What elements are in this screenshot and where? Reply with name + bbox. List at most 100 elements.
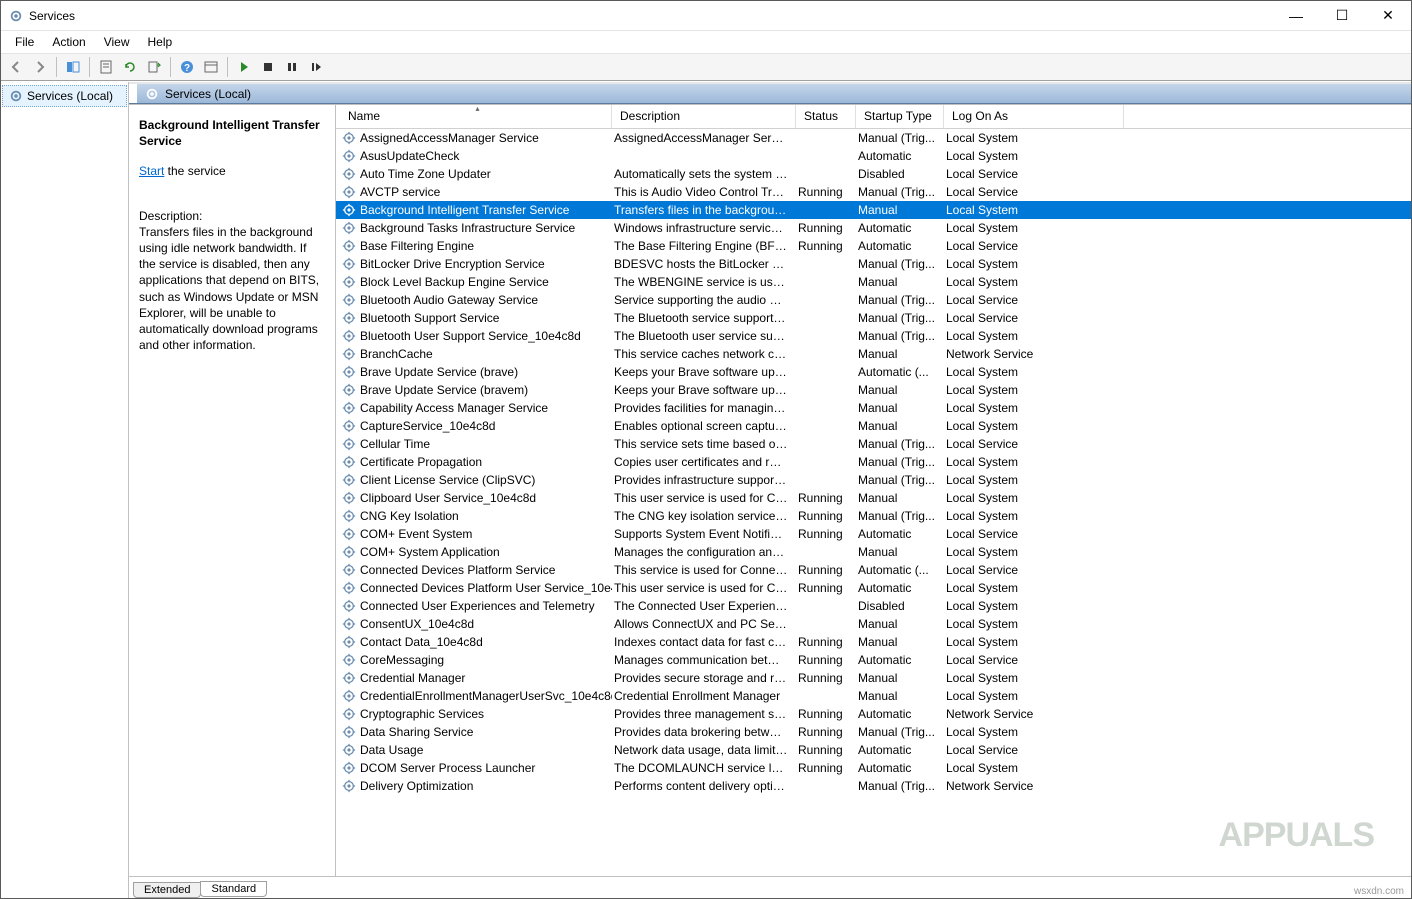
service-description: Windows infrastructure service t... xyxy=(612,221,796,235)
gear-icon xyxy=(342,311,356,325)
service-row[interactable]: Connected User Experiences and Telemetry… xyxy=(336,597,1411,615)
service-startup-type: Automatic xyxy=(856,221,944,235)
service-status: Running xyxy=(796,743,856,757)
refresh-button[interactable] xyxy=(119,56,141,78)
app-icon xyxy=(9,9,23,23)
service-description: BDESVC hosts the BitLocker Driv... xyxy=(612,257,796,271)
service-log-on-as: Local Service xyxy=(944,185,1124,199)
properties-button[interactable] xyxy=(95,56,117,78)
service-row[interactable]: CredentialEnrollmentManagerUserSvc_10e4c… xyxy=(336,687,1411,705)
service-row[interactable]: BranchCacheThis service caches network c… xyxy=(336,345,1411,363)
show-hide-tree-button[interactable] xyxy=(62,56,84,78)
service-row[interactable]: Cellular TimeThis service sets time base… xyxy=(336,435,1411,453)
menu-file[interactable]: File xyxy=(7,33,42,51)
service-row[interactable]: Credential ManagerProvides secure storag… xyxy=(336,669,1411,687)
service-row[interactable]: Data Sharing ServiceProvides data broker… xyxy=(336,723,1411,741)
service-row[interactable]: Data UsageNetwork data usage, data limit… xyxy=(336,741,1411,759)
tab-standard[interactable]: Standard xyxy=(200,881,267,897)
service-row[interactable]: Delivery OptimizationPerforms content de… xyxy=(336,777,1411,795)
gear-icon xyxy=(342,653,356,667)
service-status: Running xyxy=(796,239,856,253)
column-status[interactable]: Status xyxy=(796,105,856,128)
maximize-button[interactable]: ☐ xyxy=(1319,1,1365,30)
service-row[interactable]: Cryptographic ServicesProvides three man… xyxy=(336,705,1411,723)
service-row[interactable]: COM+ System Application Manages the confi… xyxy=(336,543,1411,561)
column-name[interactable]: Name▴ xyxy=(340,105,612,128)
service-row[interactable]: Block Level Backup Engine ServiceThe WBE… xyxy=(336,273,1411,291)
service-row[interactable]: DCOM Server Process LauncherThe DCOMLAUN… xyxy=(336,759,1411,777)
service-row[interactable]: Bluetooth Support ServiceThe Bluetooth s… xyxy=(336,309,1411,327)
service-row[interactable]: AsusUpdateCheckAutomaticLocal System xyxy=(336,147,1411,165)
menubar: File Action View Help xyxy=(1,31,1411,53)
service-list[interactable]: AssignedAccessManager ServiceAssignedAcc… xyxy=(336,129,1411,876)
service-description: Provides data brokering betwee... xyxy=(612,725,796,739)
service-row[interactable]: Client License Service (ClipSVC)Provides… xyxy=(336,471,1411,489)
start-service-button[interactable] xyxy=(233,56,255,78)
minimize-button[interactable]: — xyxy=(1273,1,1319,30)
menu-view[interactable]: View xyxy=(96,33,138,51)
service-description: This user service is used for Clip... xyxy=(612,491,796,505)
service-row[interactable]: Background Intelligent Transfer ServiceT… xyxy=(336,201,1411,219)
service-row[interactable]: Capability Access Manager ServiceProvide… xyxy=(336,399,1411,417)
start-service-line: Start the service xyxy=(139,163,325,179)
tree-item-services-local[interactable]: Services (Local) xyxy=(2,85,127,107)
export-button[interactable] xyxy=(143,56,165,78)
gear-icon xyxy=(342,527,356,541)
service-startup-type: Manual (Trig... xyxy=(856,437,944,451)
column-log-on-as[interactable]: Log On As xyxy=(944,105,1124,128)
service-row[interactable]: Clipboard User Service_10e4c8dThis user … xyxy=(336,489,1411,507)
service-row[interactable]: AVCTP serviceThis is Audio Video Control… xyxy=(336,183,1411,201)
restart-service-button[interactable] xyxy=(305,56,327,78)
service-row[interactable]: Bluetooth Audio Gateway ServiceService s… xyxy=(336,291,1411,309)
service-row[interactable]: CNG Key IsolationThe CNG key isolation s… xyxy=(336,507,1411,525)
service-status: Running xyxy=(796,581,856,595)
service-row[interactable]: Connected Devices Platform User Service_… xyxy=(336,579,1411,597)
service-row[interactable]: Base Filtering EngineThe Base Filtering … xyxy=(336,237,1411,255)
service-description: Manages the configuration and ... xyxy=(612,545,796,559)
menu-action[interactable]: Action xyxy=(44,33,93,51)
service-row[interactable]: CaptureService_10e4c8dEnables optional s… xyxy=(336,417,1411,435)
service-row[interactable]: Bluetooth User Support Service_10e4c8dTh… xyxy=(336,327,1411,345)
service-log-on-as: Local System xyxy=(944,383,1124,397)
service-log-on-as: Local System xyxy=(944,617,1124,631)
gear-icon xyxy=(342,383,356,397)
menu-help[interactable]: Help xyxy=(140,33,181,51)
service-row[interactable]: Connected Devices Platform ServiceThis s… xyxy=(336,561,1411,579)
service-status: Running xyxy=(796,185,856,199)
column-description[interactable]: Description xyxy=(612,105,796,128)
service-description: The Bluetooth user service supp... xyxy=(612,329,796,343)
service-log-on-as: Local Service xyxy=(944,311,1124,325)
back-button[interactable] xyxy=(5,56,27,78)
taskpad-button[interactable] xyxy=(200,56,222,78)
service-startup-type: Manual xyxy=(856,383,944,397)
close-button[interactable]: ✕ xyxy=(1365,1,1411,30)
gear-icon xyxy=(342,203,356,217)
toolbar-separator xyxy=(56,57,57,77)
tab-extended[interactable]: Extended xyxy=(133,882,201,898)
service-startup-type: Disabled xyxy=(856,599,944,613)
service-startup-type: Automatic xyxy=(856,743,944,757)
start-link[interactable]: Start xyxy=(139,164,164,178)
forward-button[interactable] xyxy=(29,56,51,78)
service-row[interactable]: AssignedAccessManager ServiceAssignedAcc… xyxy=(336,129,1411,147)
gear-icon xyxy=(342,455,356,469)
service-row[interactable]: Contact Data_10e4c8dIndexes contact data… xyxy=(336,633,1411,651)
service-row[interactable]: Auto Time Zone UpdaterAutomatically sets… xyxy=(336,165,1411,183)
service-name: COM+ System Application xyxy=(360,545,500,559)
column-startup-type[interactable]: Startup Type xyxy=(856,105,944,128)
service-row[interactable]: Brave Update Service (bravem)Keeps your … xyxy=(336,381,1411,399)
stop-service-button[interactable] xyxy=(257,56,279,78)
service-description: The CNG key isolation service is ... xyxy=(612,509,796,523)
service-startup-type: Manual xyxy=(856,491,944,505)
service-row[interactable]: COM+ Event SystemSupports System Event N… xyxy=(336,525,1411,543)
service-row[interactable]: CoreMessagingManages communication betwe… xyxy=(336,651,1411,669)
service-row[interactable]: BitLocker Drive Encryption ServiceBDESVC… xyxy=(336,255,1411,273)
service-row[interactable]: Background Tasks Infrastructure ServiceW… xyxy=(336,219,1411,237)
service-row[interactable]: ConsentUX_10e4c8dAllows ConnectUX and PC… xyxy=(336,615,1411,633)
service-startup-type: Automatic (... xyxy=(856,365,944,379)
service-description: Provides facilities for managing ... xyxy=(612,401,796,415)
pause-service-button[interactable] xyxy=(281,56,303,78)
service-row[interactable]: Certificate PropagationCopies user certi… xyxy=(336,453,1411,471)
service-row[interactable]: Brave Update Service (brave)Keeps your B… xyxy=(336,363,1411,381)
help-button[interactable]: ? xyxy=(176,56,198,78)
